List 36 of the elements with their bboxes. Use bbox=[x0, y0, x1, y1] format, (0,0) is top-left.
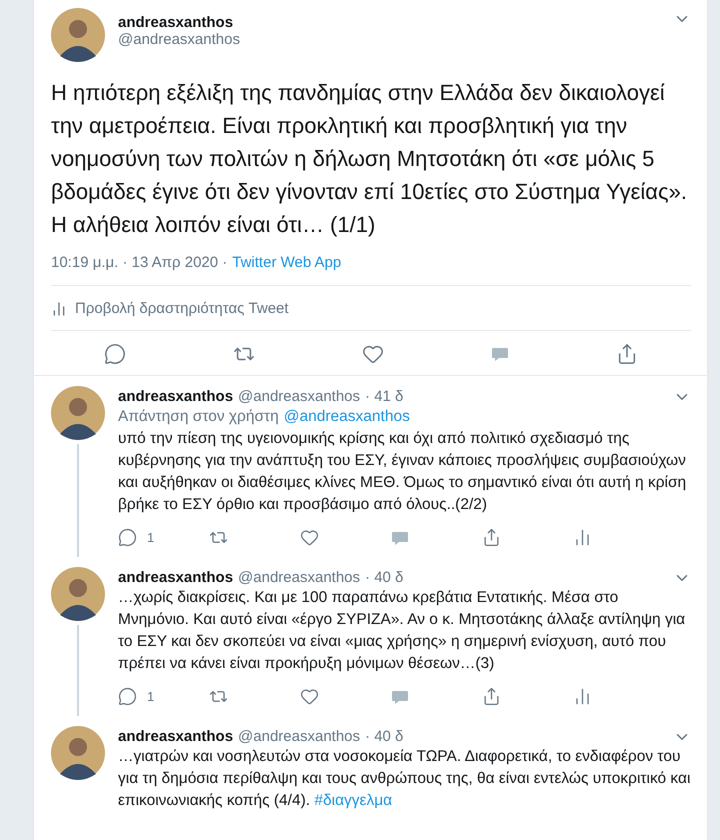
display-name[interactable]: andreasxanthos bbox=[118, 728, 234, 744]
display-name[interactable]: andreasxanthos bbox=[118, 14, 660, 31]
tweet-time: · 40 δ bbox=[365, 728, 404, 744]
activity-link[interactable]: Προβολή δραστηριότητας Tweet bbox=[75, 300, 289, 317]
reply-to-label: Απάντηση στον χρήστη bbox=[118, 407, 279, 427]
analytics-icon[interactable] bbox=[51, 300, 67, 316]
mention-link[interactable]: @andreasxanthos bbox=[284, 406, 410, 428]
hashtag-link[interactable]: #διαγγελμα bbox=[314, 792, 392, 809]
tweet-text: υπό την πίεση της υγειονομικής κρίσης και όχι από πολιτικό σχεδιασμό της κυβέρνησης για την ανάπτυξη του ΕΣΥ, έγιναν κάποιες προσλήψεις συμβασιούχων και αυξήθηκαν οι διαθέσιμες κλίνες ΜΕΘ. Όμως το σημαντικό είναι ότι αυτή η κρίση βρήκε το ΕΣΥ όρθιο και προσβάσιμο από όλους..(2/2) bbox=[118, 429, 688, 515]
reply-icon[interactable] bbox=[118, 687, 137, 706]
avatar[interactable] bbox=[51, 726, 105, 780]
share-icon[interactable] bbox=[482, 528, 501, 547]
avatar[interactable] bbox=[51, 386, 105, 440]
user-handle[interactable]: @andreasxanthos bbox=[118, 31, 660, 48]
heart-icon[interactable] bbox=[300, 528, 319, 547]
avatar[interactable] bbox=[51, 567, 105, 621]
user-handle[interactable]: @andreasxanthos bbox=[238, 568, 360, 586]
source-link[interactable]: Twitter Web App bbox=[232, 254, 342, 271]
timestamp: 10:19 μ.μ. · 13 Απρ 2020 · bbox=[51, 254, 228, 271]
reply-count: 1 bbox=[147, 530, 154, 545]
reply-icon[interactable] bbox=[104, 343, 126, 365]
tweet-time: · 40 δ bbox=[365, 568, 404, 586]
tweet-text: …γιατρών και νοσηλευτών στα νοσοκομεία ΤΩΡΑ. Διαφορετικά, το ενδιαφέρον του για τη δημόσια περίθαλψη και τους ανθρώπους της, θα είναι εντελώς υποκριτικό και επικοινωνιακής κοπής (4/4). #διαγγελμα bbox=[118, 747, 691, 811]
heart-icon[interactable] bbox=[362, 343, 384, 365]
reply-count: 1 bbox=[147, 689, 154, 704]
reply-icon[interactable] bbox=[118, 528, 137, 547]
display-name[interactable]: andreasxanthos bbox=[118, 388, 234, 404]
tweet-time: · 41 δ bbox=[365, 388, 404, 404]
heart-icon[interactable] bbox=[300, 687, 319, 706]
avatar[interactable] bbox=[51, 8, 105, 62]
display-name[interactable]: andreasxanthos bbox=[118, 568, 234, 586]
tweet-text: …χωρίς διακρίσεις. Και με 100 παραπάνω κρεβάτια Εντατικής. Μέσα στο Μνημόνιο. Και αυτό είναι «έργο ΣΥΡΙΖΑ». Αν ο κ. Μητσοτάκης άλλαξε αντίληψη για το ΕΣΥ και δεν σκοπεύει να είναι «μιας χρήσης» η σημερινή ενίσχυση, αυτό που πρέπει να κάνει είναι προκήρυξη μόνιμων θέσεων…(3) bbox=[118, 588, 686, 674]
tweet-text: Η ηπιότερη εξέλιξη της πανδημίας στην Ελλάδα δεν δικαιολογεί την αμετροέπεια. Είναι προκλητική και προσβλητική για την νοημοσύνη των πολιτών η δήλωση Μητσοτάκη ότι «σε μόλις 5 βδομάδες έγινε ότι δεν γίνονταν επί 10ετίες στο Σύστημα Υγείας». Η αλήθεια λοιπόν είναι ότι… (1/1) bbox=[51, 79, 688, 239]
user-handle[interactable]: @andreasxanthos bbox=[238, 728, 360, 744]
share-icon[interactable] bbox=[482, 687, 501, 706]
user-handle[interactable]: @andreasxanthos bbox=[238, 388, 360, 404]
